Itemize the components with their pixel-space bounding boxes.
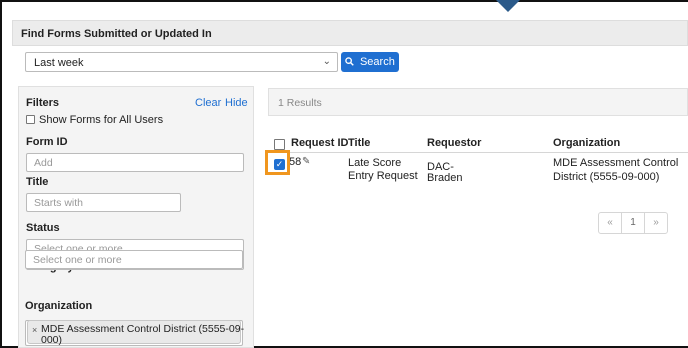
search-button[interactable]: Search — [341, 52, 399, 72]
column-header-requestor[interactable]: Requestor — [427, 137, 481, 149]
title-input[interactable]: Starts with — [26, 193, 181, 212]
category-placeholder: Select one or more — [33, 254, 122, 266]
column-header-request-id[interactable]: Request ID — [291, 137, 348, 149]
results-count: 1 Results — [278, 97, 322, 109]
organization-tag-label: MDE Assessment Control District (5555-09… — [41, 323, 245, 346]
row-organization-line2: District (5555-09-000) — [553, 171, 660, 183]
show-all-users-label: Show Forms for All Users — [39, 114, 164, 126]
row-organization-line1: MDE Assessment Control — [553, 157, 679, 169]
form-id-input[interactable]: Add — [26, 153, 244, 172]
form-id-label: Form ID — [26, 136, 68, 148]
organization-tag: × MDE Assessment Control District (5555-… — [27, 320, 244, 346]
results-bar: 1 Results — [268, 88, 688, 116]
status-label: Status — [26, 222, 60, 234]
row-requestor-line2: Braden — [427, 172, 463, 184]
page-title: Find Forms Submitted or Updated In — [21, 28, 212, 40]
pagination-prev[interactable]: « — [599, 213, 622, 233]
remove-tag-icon[interactable]: × — [32, 325, 37, 336]
filters-title: Filters — [26, 97, 60, 109]
header-pointer — [496, 0, 520, 12]
select-all-checkbox[interactable] — [274, 139, 285, 150]
search-button-label: Search — [359, 56, 395, 68]
search-icon — [345, 57, 357, 68]
table-header-divider — [268, 152, 688, 153]
attachment-icon: ✎ — [302, 156, 311, 167]
title-placeholder: Starts with — [34, 197, 84, 209]
pagination-next[interactable]: » — [645, 213, 667, 233]
row-title-line1: Late Score — [348, 157, 402, 169]
hide-filters-link[interactable]: Hide — [225, 97, 248, 109]
category-select[interactable]: Select one or more — [25, 250, 243, 269]
show-all-users-checkbox[interactable] — [26, 115, 35, 124]
row-request-id[interactable]: 58 — [289, 156, 301, 169]
period-select-value: Last week — [34, 57, 84, 69]
pagination-page-1[interactable]: 1 — [622, 213, 645, 233]
column-header-organization[interactable]: Organization — [553, 137, 620, 149]
search-panel-header: Find Forms Submitted or Updated In — [12, 20, 688, 46]
checkbox-highlight-box — [265, 150, 290, 175]
row-title-line2: Entry Request — [348, 170, 418, 182]
organization-label: Organization — [25, 300, 93, 312]
period-select[interactable]: Last week ⌄ — [25, 52, 338, 72]
clear-filters-link[interactable]: Clear — [195, 97, 221, 109]
pagination: « 1 » — [598, 212, 668, 234]
chevron-down-icon: ⌄ — [322, 56, 331, 67]
column-header-title[interactable]: Title — [348, 137, 370, 149]
title-label: Title — [26, 176, 49, 188]
form-id-placeholder: Add — [34, 157, 53, 169]
